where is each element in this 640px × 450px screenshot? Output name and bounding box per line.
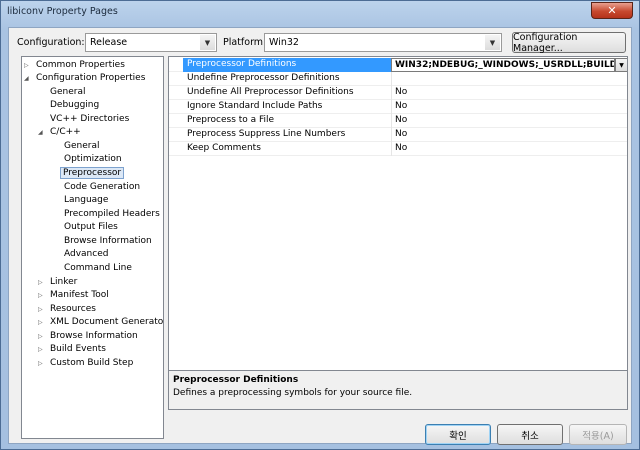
configuration-manager-button[interactable]: Configuration Manager...	[512, 32, 626, 54]
tree-item-general[interactable]: General	[48, 86, 87, 99]
property-value[interactable]: No	[391, 100, 627, 114]
description-panel: Preprocessor Definitions Defines a prepr…	[168, 370, 628, 410]
tree-item-command-line[interactable]: Command Line	[62, 262, 134, 275]
expand-icon[interactable]: ▷	[38, 289, 48, 302]
tree-item-cpp-general[interactable]: General	[62, 140, 101, 153]
property-row-preprocessor-definitions[interactable]: Preprocessor Definitions WIN32;NDEBUG;_W…	[169, 58, 627, 72]
cancel-button[interactable]: 취소	[497, 424, 563, 445]
property-row-undefine-all[interactable]: Undefine All Preprocessor Definitions No	[169, 86, 627, 100]
chevron-down-icon: ▼	[485, 35, 500, 50]
platform-value: Win32	[269, 37, 299, 48]
tree-item-configuration-properties[interactable]: ◢ Configuration Properties	[24, 72, 147, 85]
collapse-icon[interactable]: ◢	[38, 126, 48, 139]
expand-icon[interactable]: ▷	[38, 343, 48, 356]
property-pages-window: libiconv Property Pages ✕ Configuration:…	[0, 0, 640, 450]
tree-item-output-files[interactable]: Output Files	[62, 221, 120, 234]
property-row-suppress-line-numbers[interactable]: Preprocess Suppress Line Numbers No	[169, 128, 627, 142]
expand-icon[interactable]: ▷	[38, 276, 48, 289]
property-value[interactable]	[391, 72, 627, 86]
tree-item-optimization[interactable]: Optimization	[62, 153, 124, 166]
property-value[interactable]: No	[391, 128, 627, 142]
property-name: Preprocess Suppress Line Numbers	[187, 129, 346, 139]
property-value[interactable]: No	[391, 142, 627, 156]
property-name: Ignore Standard Include Paths	[187, 101, 323, 111]
dialog-client-area: Configuration: Release ▼ Platform: Win32…	[8, 27, 632, 445]
chevron-down-icon: ▼	[200, 35, 215, 50]
tree-item-manifest-tool[interactable]: ▷ Manifest Tool	[38, 289, 111, 302]
property-name: Undefine All Preprocessor Definitions	[187, 87, 354, 97]
property-name: Preprocess to a File	[187, 115, 275, 125]
tree-item-precompiled-headers[interactable]: Precompiled Headers	[62, 208, 162, 221]
property-value-input[interactable]: WIN32;NDEBUG;_WINDOWS;_USRDLL;BUILDING_L…	[391, 58, 615, 72]
tree-item-vc-directories[interactable]: VC++ Directories	[48, 113, 131, 126]
tree-item-debugging[interactable]: Debugging	[48, 99, 101, 112]
tree-item-c-cpp[interactable]: ◢ C/C++	[38, 126, 83, 139]
tree-item-linker[interactable]: ▷ Linker	[38, 276, 79, 289]
property-grid[interactable]: Preprocessor Definitions WIN32;NDEBUG;_W…	[168, 56, 628, 394]
apply-button[interactable]: 적용(A)	[569, 424, 627, 445]
window-title: libiconv Property Pages	[7, 6, 118, 17]
close-icon: ✕	[607, 4, 617, 17]
expand-icon[interactable]: ▷	[24, 59, 34, 72]
tree-item-xml-document-generator[interactable]: ▷ XML Document Generator	[38, 316, 163, 329]
property-row-keep-comments[interactable]: Keep Comments No	[169, 142, 627, 156]
close-button[interactable]: ✕	[591, 2, 633, 19]
property-value[interactable]: No	[391, 86, 627, 100]
tree-item-advanced[interactable]: Advanced	[62, 248, 110, 261]
tree-item-preprocessor[interactable]: Preprocessor	[60, 167, 125, 180]
tree-item-resources[interactable]: ▷ Resources	[38, 303, 98, 316]
platform-label: Platform:	[223, 37, 267, 48]
property-row-ignore-standard-include-paths[interactable]: Ignore Standard Include Paths No	[169, 100, 627, 114]
tree-item-build-events[interactable]: ▷ Build Events	[38, 343, 108, 356]
description-title: Preprocessor Definitions	[173, 375, 299, 385]
configuration-label: Configuration:	[17, 37, 85, 48]
tree-item-cpp-browse-information[interactable]: Browse Information	[62, 235, 154, 248]
property-tree[interactable]: ▷ Common Properties ◢ Configuration Proper…	[21, 56, 164, 439]
property-name: Preprocessor Definitions	[183, 58, 391, 72]
description-text: Defines a preprocessing symbols for your…	[173, 388, 413, 398]
tree-item-common-properties[interactable]: ▷ Common Properties	[24, 59, 127, 72]
tree-item-custom-build-step[interactable]: ▷ Custom Build Step	[38, 357, 135, 370]
title-bar[interactable]: libiconv Property Pages ✕	[1, 1, 639, 25]
property-name: Keep Comments	[187, 143, 261, 153]
property-row-preprocess-to-file[interactable]: Preprocess to a File No	[169, 114, 627, 128]
chevron-down-icon[interactable]: ▼	[615, 58, 627, 72]
collapse-icon[interactable]: ◢	[24, 72, 34, 85]
configuration-dropdown[interactable]: Release ▼	[85, 33, 217, 52]
ok-button[interactable]: 확인	[425, 424, 491, 445]
property-row-undefine-preprocessor-definitions[interactable]: Undefine Preprocessor Definitions	[169, 72, 627, 86]
configuration-value: Release	[90, 37, 128, 48]
tree-item-language[interactable]: Language	[62, 194, 110, 207]
expand-icon[interactable]: ▷	[38, 330, 48, 343]
tree-item-code-generation[interactable]: Code Generation	[62, 181, 142, 194]
property-name: Undefine Preprocessor Definitions	[187, 73, 340, 83]
expand-icon[interactable]: ▷	[38, 357, 48, 370]
property-value[interactable]: No	[391, 114, 627, 128]
tree-item-browse-information[interactable]: ▷ Browse Information	[38, 330, 140, 343]
platform-dropdown[interactable]: Win32 ▼	[264, 33, 502, 52]
expand-icon[interactable]: ▷	[38, 303, 48, 316]
expand-icon[interactable]: ▷	[38, 316, 48, 329]
